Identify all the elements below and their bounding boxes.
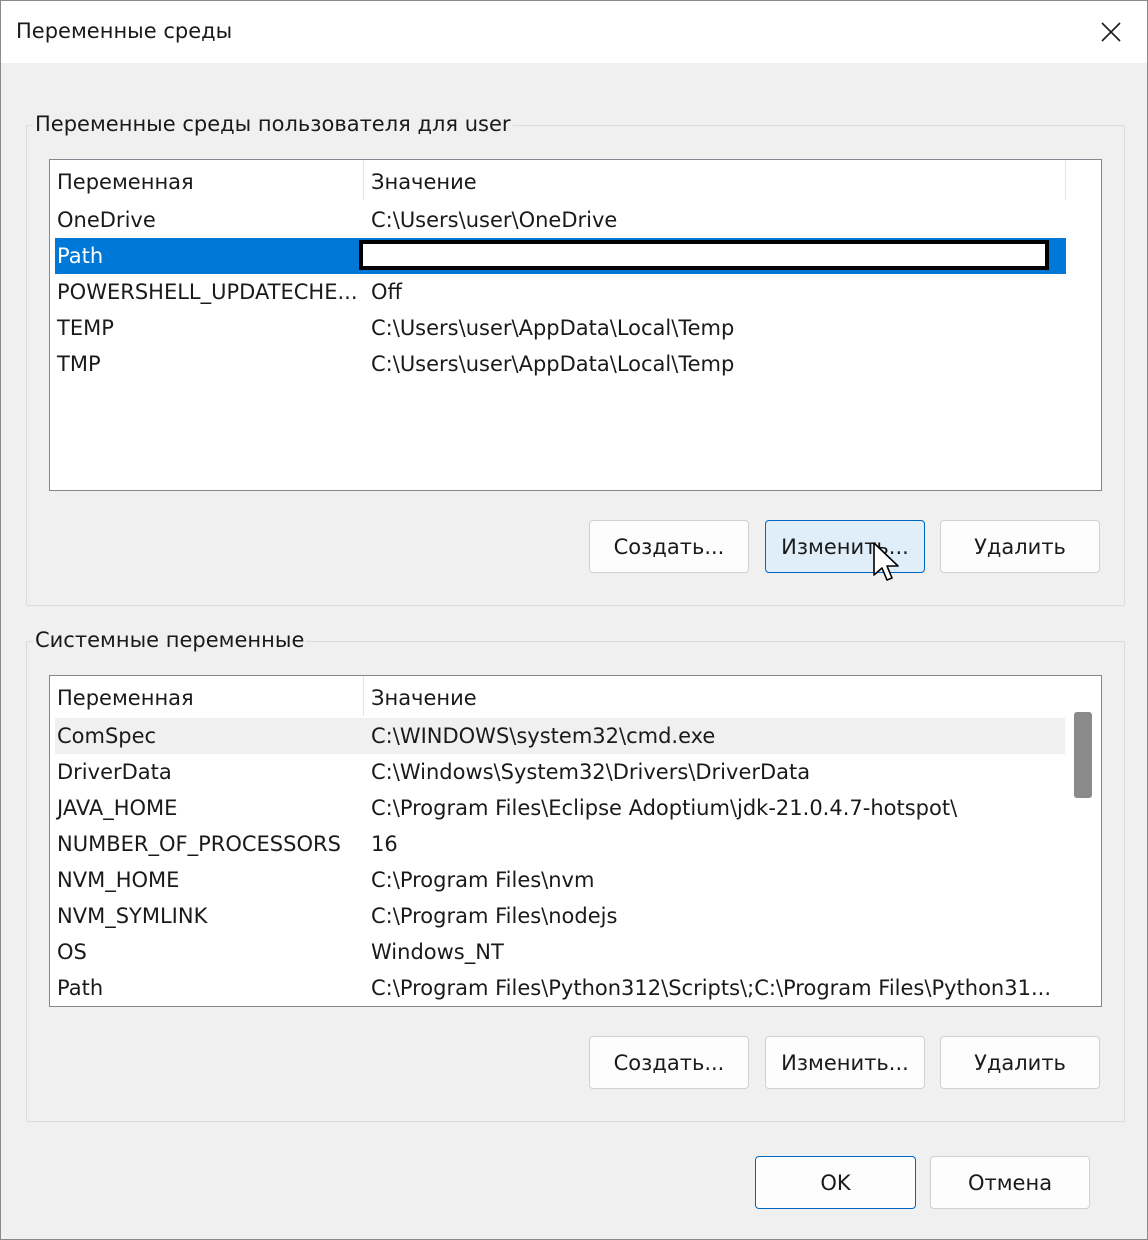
user-variables-list[interactable]: Переменная Значение OneDrive C:\Users\us…: [49, 159, 1102, 491]
variable-name: OS: [57, 940, 87, 964]
variable-value: Off: [371, 280, 402, 304]
user-edit-button[interactable]: Изменить...: [765, 520, 925, 573]
variable-value: C:\Program Files\Eclipse Adoptium\jdk-21…: [371, 796, 958, 820]
variable-name: Path: [57, 976, 104, 1000]
variable-value: C:\Windows\System32\Drivers\DriverData: [371, 760, 811, 784]
variable-value: 16: [371, 832, 398, 856]
table-row[interactable]: NVM_HOME C:\Program Files\nvm: [55, 862, 1066, 898]
redacted-value-box: [359, 240, 1049, 270]
close-icon: [1101, 22, 1121, 42]
list-header: Переменная Значение: [50, 160, 1066, 200]
title-bar: Переменные среды: [1, 1, 1147, 63]
user-create-button[interactable]: Создать...: [589, 520, 749, 573]
cancel-button[interactable]: Отмена: [930, 1156, 1090, 1209]
column-header-value[interactable]: Значение: [364, 160, 1066, 200]
variable-value: C:\Program Files\nodejs: [371, 904, 618, 928]
close-button[interactable]: [1075, 1, 1147, 63]
variable-name: NVM_SYMLINK: [57, 904, 208, 928]
table-row[interactable]: NVM_SYMLINK C:\Program Files\nodejs: [55, 898, 1066, 934]
table-row[interactable]: Path C:\Program Files\Python312\Scripts\…: [55, 970, 1066, 1006]
table-row[interactable]: TEMP C:\Users\user\AppData\Local\Temp: [55, 310, 1066, 346]
variable-name: Path: [57, 244, 104, 268]
table-row[interactable]: OneDrive C:\Users\user\OneDrive: [55, 202, 1066, 238]
variable-value: C:\Users\user\AppData\Local\Temp: [371, 316, 735, 340]
environment-variables-dialog: Переменные среды Переменные среды пользо…: [0, 0, 1148, 1240]
variable-name: TEMP: [57, 316, 114, 340]
table-row-selected[interactable]: Path: [55, 238, 1066, 274]
system-edit-button[interactable]: Изменить...: [765, 1036, 925, 1089]
user-delete-button[interactable]: Удалить: [940, 520, 1100, 573]
column-header-variable[interactable]: Переменная: [50, 676, 364, 716]
variable-value: C:\Users\user\AppData\Local\Temp: [371, 352, 735, 376]
variable-name: JAVA_HOME: [57, 796, 178, 820]
table-row[interactable]: DriverData C:\Windows\System32\Drivers\D…: [55, 754, 1066, 790]
list-header: Переменная Значение: [50, 676, 1066, 716]
variable-name: OneDrive: [57, 208, 156, 232]
vertical-scrollbar[interactable]: [1065, 676, 1101, 1006]
table-row[interactable]: POWERSHELL_UPDATECHE... Off: [55, 274, 1066, 310]
variable-value: C:\WINDOWS\system32\cmd.exe: [371, 724, 716, 748]
user-variables-label: Переменные среды пользователя для user: [33, 112, 513, 136]
variable-name: DriverData: [57, 760, 172, 784]
table-row[interactable]: NUMBER_OF_PROCESSORS 16: [55, 826, 1066, 862]
ok-button[interactable]: OK: [755, 1156, 916, 1209]
variable-value: C:\Program Files\nvm: [371, 868, 595, 892]
table-row[interactable]: TMP C:\Users\user\AppData\Local\Temp: [55, 346, 1066, 382]
column-header-variable[interactable]: Переменная: [50, 160, 364, 200]
table-row[interactable]: JAVA_HOME C:\Program Files\Eclipse Adopt…: [55, 790, 1066, 826]
column-header-value[interactable]: Значение: [364, 676, 1066, 716]
variable-name: TMP: [57, 352, 101, 376]
variable-name: ComSpec: [57, 724, 157, 748]
variable-value: C:\Users\user\OneDrive: [371, 208, 618, 232]
system-variables-list[interactable]: Переменная Значение ComSpec C:\WINDOWS\s…: [49, 675, 1102, 1007]
scrollbar-thumb[interactable]: [1074, 712, 1092, 798]
variable-name: POWERSHELL_UPDATECHE...: [57, 280, 358, 304]
variable-value: Windows_NT: [371, 940, 504, 964]
variable-name: NUMBER_OF_PROCESSORS: [57, 832, 341, 856]
table-row[interactable]: OS Windows_NT: [55, 934, 1066, 970]
system-create-button[interactable]: Создать...: [589, 1036, 749, 1089]
variable-name: NVM_HOME: [57, 868, 180, 892]
table-row[interactable]: ComSpec C:\WINDOWS\system32\cmd.exe: [55, 718, 1066, 754]
system-delete-button[interactable]: Удалить: [940, 1036, 1100, 1089]
variable-value: C:\Program Files\Python312\Scripts\;C:\P…: [371, 976, 1051, 1000]
system-variables-label: Системные переменные: [33, 628, 307, 652]
window-title: Переменные среды: [16, 19, 233, 43]
